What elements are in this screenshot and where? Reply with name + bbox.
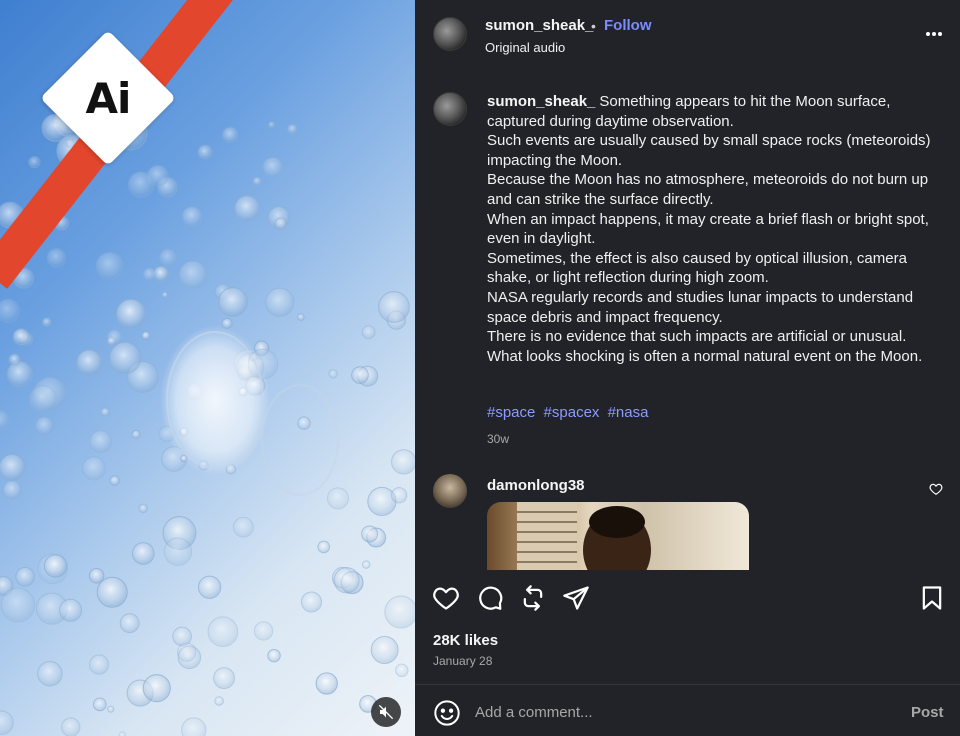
commenter-avatar[interactable] [433, 474, 467, 508]
post-side-panel: sumon_sheak_ • Follow Original audio sum… [415, 0, 960, 736]
separator-dot: • [591, 18, 596, 34]
post-date: January 28 [433, 654, 493, 668]
action-bar [415, 584, 960, 618]
like-heart-icon[interactable] [432, 584, 462, 614]
caption-text: Something appears to hit the Moon surfac… [487, 93, 931, 365]
post-header: sumon_sheak_ • Follow Original audio [415, 0, 960, 72]
hashtag-list: #space #spacex #nasa [487, 404, 652, 421]
hashtag-link[interactable]: #space [487, 404, 535, 421]
comment-gif-attachment[interactable] [487, 502, 749, 570]
speaker-muted-icon [378, 704, 394, 720]
mute-button[interactable] [371, 697, 401, 727]
comment-heart-icon[interactable] [929, 482, 943, 501]
caption-author-avatar[interactable] [433, 92, 467, 126]
likes-count[interactable]: 28K likes [433, 632, 498, 649]
commenter-username[interactable]: damonlong38 [487, 477, 585, 494]
hashtag-link[interactable]: #spacex [544, 404, 600, 421]
caption: sumon_sheak_ Something appears to hit the… [487, 92, 937, 366]
save-bookmark-icon[interactable] [918, 584, 948, 614]
comment-bubble-icon[interactable] [476, 584, 506, 614]
caption-username[interactable]: sumon_sheak_ [487, 93, 595, 110]
comment-input[interactable] [475, 697, 885, 727]
emoji-icon[interactable] [433, 699, 461, 727]
post-media[interactable]: Ai [0, 0, 415, 736]
audio-label[interactable]: Original audio [485, 40, 565, 55]
author-username[interactable]: sumon_sheak_ [485, 17, 593, 34]
repost-icon[interactable] [519, 584, 549, 614]
author-avatar[interactable] [433, 17, 467, 51]
ai-badge-text: Ai [85, 73, 132, 123]
hashtag-link[interactable]: #nasa [608, 404, 649, 421]
post-comment-button[interactable]: Post [911, 704, 944, 721]
post-age[interactable]: 30w [487, 432, 509, 446]
share-send-icon[interactable] [562, 584, 592, 614]
comment-composer: Post [415, 685, 960, 736]
follow-button[interactable]: Follow [604, 17, 652, 34]
more-options-icon[interactable] [925, 20, 943, 43]
